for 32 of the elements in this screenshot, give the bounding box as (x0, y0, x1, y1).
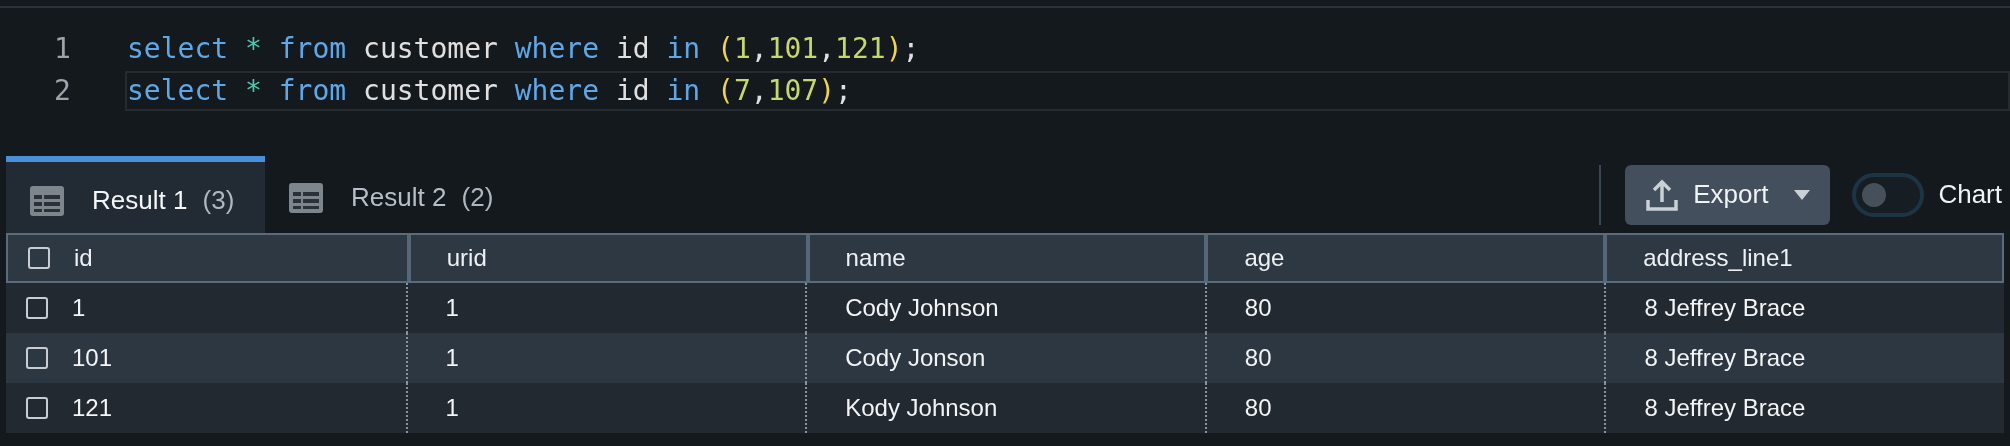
table-icon (289, 182, 323, 213)
table-cell-text: 80 (1244, 343, 1272, 373)
upload-icon (1645, 177, 1680, 212)
table-cell-text: 121 (72, 393, 113, 423)
table-icon (30, 185, 64, 216)
checkbox[interactable] (26, 297, 48, 319)
column-header[interactable]: id (8, 235, 407, 281)
table-cell-text: 1 (445, 343, 459, 373)
table-cell-text: 80 (1244, 293, 1272, 323)
table-cell-text: 101 (72, 343, 113, 373)
chart-toggle[interactable] (1852, 172, 1925, 217)
checkbox[interactable] (26, 397, 48, 419)
code-line: select * from customer where id in (1,101,121); (127, 31, 921, 67)
line-number: 1 (53, 31, 72, 67)
checkbox[interactable] (28, 247, 50, 269)
result-tab[interactable]: Result 1 (3) (6, 156, 265, 233)
table-cell-text: 80 (1244, 393, 1272, 423)
export-button[interactable]: Export (1625, 164, 1831, 225)
checkbox[interactable] (26, 347, 48, 369)
table-cell-text: Cody Jonson (845, 343, 986, 373)
table-cell-text: 8 Jeffrey Brace (1644, 343, 1806, 373)
result-tab[interactable]: Result 2 (2) (265, 156, 518, 233)
chart-label: Chart (1938, 178, 2002, 211)
table-cell-text: 1 (445, 393, 459, 423)
table-cell-text: Cody Johnson (845, 293, 999, 323)
table-cell-text: 1 (72, 293, 86, 323)
table-cell-text: 8 Jeffrey Brace (1644, 293, 1806, 323)
line-number: 2 (53, 73, 72, 109)
table-cell-text: Kody Johnson (845, 393, 998, 423)
table-cell-text: 8 Jeffrey Brace (1644, 393, 1806, 423)
caret-icon (1794, 189, 1811, 200)
table-cell-text: 1 (445, 293, 459, 323)
